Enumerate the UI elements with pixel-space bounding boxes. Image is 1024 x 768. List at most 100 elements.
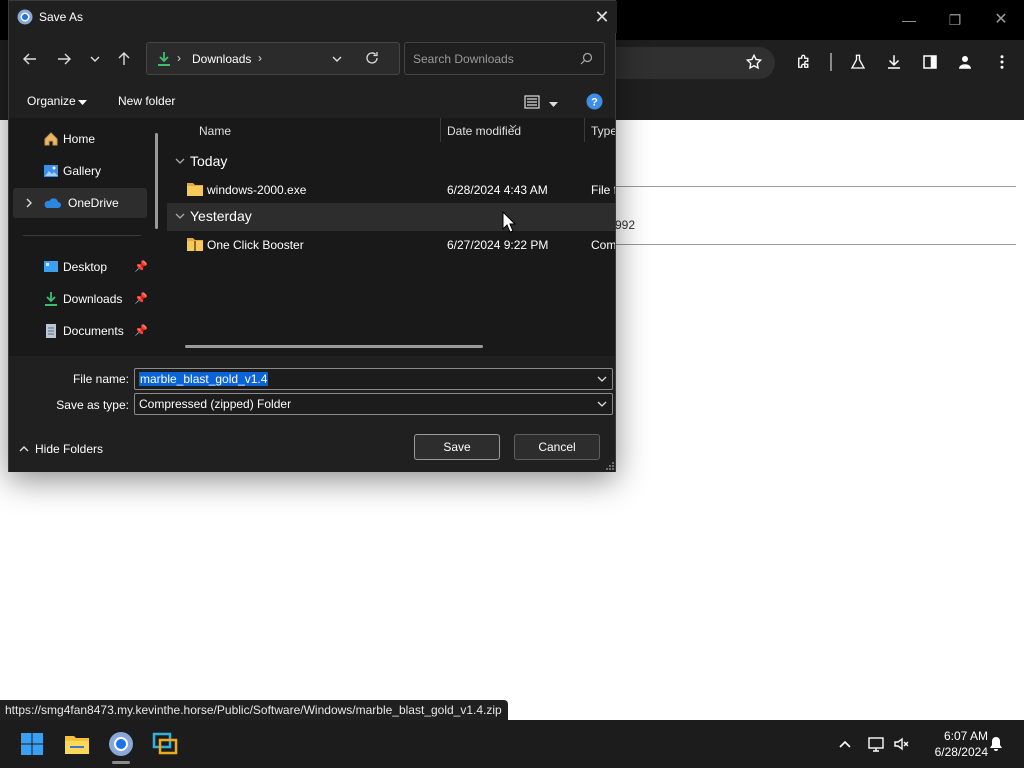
nav-item-label: Downloads [63,292,123,306]
resize-grip-icon[interactable] [605,461,615,471]
page-divider [560,244,1016,245]
column-header-date[interactable]: Date modified [447,124,521,138]
nav-item-label: Gallery [63,164,102,178]
column-divider[interactable] [440,118,441,142]
labs-icon[interactable] [846,50,870,74]
status-url: https://smg4fan8473.my.kevinthe.horse/Pu… [0,700,508,720]
dialog-content: Home Gallery OneDrive Desktop 📌 Download… [9,118,615,356]
desktop-icon [43,259,59,275]
restore-icon[interactable]: ❐ [942,8,968,32]
nav-item-label: Home [63,132,96,146]
clock[interactable]: 6:07 AM 6/28/2024 [916,728,988,760]
save-type-label: Save as type: [56,398,129,412]
hide-folders-label: Hide Folders [35,442,104,456]
file-name-value[interactable]: marble_blast_gold_v1.4 [139,372,269,386]
page-divider [560,186,1016,187]
chevron-down-icon[interactable] [596,398,608,410]
group-label: Yesterday [190,208,252,224]
nav-item-onedrive[interactable]: OneDrive [13,188,147,218]
cancel-button[interactable]: Cancel [514,434,600,460]
search-input[interactable]: Search Downloads [404,42,605,75]
chevron-right-icon[interactable] [24,197,34,211]
column-header-type[interactable]: Type [591,124,615,138]
nav-item-gallery[interactable]: Gallery [13,156,147,186]
page-partial-text: 992 [615,218,636,232]
file-explorer-icon[interactable] [61,728,93,760]
save-button[interactable]: Save [414,434,500,460]
nav-item-documents[interactable]: Documents 📌 [13,316,148,346]
file-type: File fo [591,183,615,197]
address-bar[interactable]: › Downloads › [146,42,400,75]
command-bar: Organize New folder ? [9,86,615,118]
file-name-field[interactable]: marble_blast_gold_v1.4 [134,368,613,390]
back-arrow-icon[interactable] [18,47,42,71]
group-header-yesterday[interactable]: Yesterday [167,203,615,231]
group-header-today[interactable]: Today [167,148,615,176]
navigation-pane: Home Gallery OneDrive Desktop 📌 Download… [9,118,159,356]
profile-icon[interactable] [953,50,977,74]
horizontal-scrollbar[interactable] [185,345,483,348]
downloads-icon [157,51,171,70]
recent-locations-chevron-icon[interactable] [83,47,107,71]
file-row[interactable]: windows-2000.exe 6/28/2024 4:43 AM File … [167,176,615,204]
dialog-titlebar[interactable]: Save As ✕ [9,1,617,33]
file-name-label: File name: [72,372,129,386]
save-type-select[interactable]: Compressed (zipped) Folder [134,393,613,415]
dialog-close-button[interactable]: ✕ [589,5,615,29]
downloads-icon [43,291,59,307]
address-location[interactable]: Downloads [192,52,251,66]
breadcrumb-chevron-icon[interactable]: › [258,51,262,65]
nav-item-desktop[interactable]: Desktop 📌 [13,252,148,282]
notification-bell-icon[interactable] [986,734,1006,754]
column-divider[interactable] [584,118,585,142]
chevron-up-icon[interactable] [835,734,855,754]
zip-folder-icon [187,238,203,251]
download-icon[interactable] [882,50,906,74]
network-icon[interactable] [866,734,886,754]
nav-item-downloads[interactable]: Downloads 📌 [13,284,148,314]
group-label: Today [190,153,228,169]
close-icon[interactable]: ✕ [988,8,1014,32]
extensions-icon[interactable] [792,50,816,74]
search-placeholder: Search Downloads [413,52,514,66]
forward-arrow-icon[interactable] [52,47,76,71]
nav-divider [23,235,141,236]
address-dropdown-icon[interactable] [331,53,343,68]
sidepanel-icon[interactable] [918,50,942,74]
folder-icon [187,183,203,196]
pin-icon[interactable]: 📌 [134,292,148,305]
new-folder-button[interactable]: New folder [118,94,175,108]
hide-folders-button[interactable]: Hide Folders [19,442,103,456]
pin-icon[interactable]: 📌 [134,324,148,337]
chevron-down-icon[interactable] [174,155,186,167]
nav-item-label: OneDrive [68,196,119,210]
volume-muted-icon[interactable] [892,734,912,754]
nav-scrollbar[interactable] [155,133,158,229]
windows-start-icon[interactable] [16,728,48,760]
star-icon[interactable] [742,50,766,74]
file-name: One Click Booster [207,238,304,252]
more-icon[interactable] [990,50,1014,74]
home-icon [43,131,59,147]
up-arrow-icon[interactable] [112,47,136,71]
view-chevron-icon[interactable] [549,98,558,112]
chevron-down-icon[interactable] [596,373,608,385]
column-header-name[interactable]: Name [199,124,231,138]
view-options-icon[interactable] [524,94,540,113]
remote-desktop-icon[interactable] [149,728,181,760]
pin-icon[interactable]: 📌 [134,260,148,273]
chevron-down-icon[interactable] [174,210,186,222]
clock-date: 6/28/2024 [934,745,988,759]
nav-item-home[interactable]: Home [13,124,147,154]
toolbar-separator [830,53,832,71]
help-icon[interactable]: ? [586,93,603,113]
chrome-icon[interactable] [105,728,137,760]
organize-button[interactable]: Organize [27,94,76,108]
mouse-cursor-icon [502,211,516,233]
organize-chevron-icon[interactable] [78,96,87,110]
file-row[interactable]: One Click Booster 6/27/2024 9:22 PM Com [167,231,615,259]
minimize-icon[interactable]: — [896,8,922,32]
chevron-up-icon [19,446,29,452]
refresh-icon[interactable] [365,51,379,68]
nav-item-label: Desktop [63,260,108,274]
